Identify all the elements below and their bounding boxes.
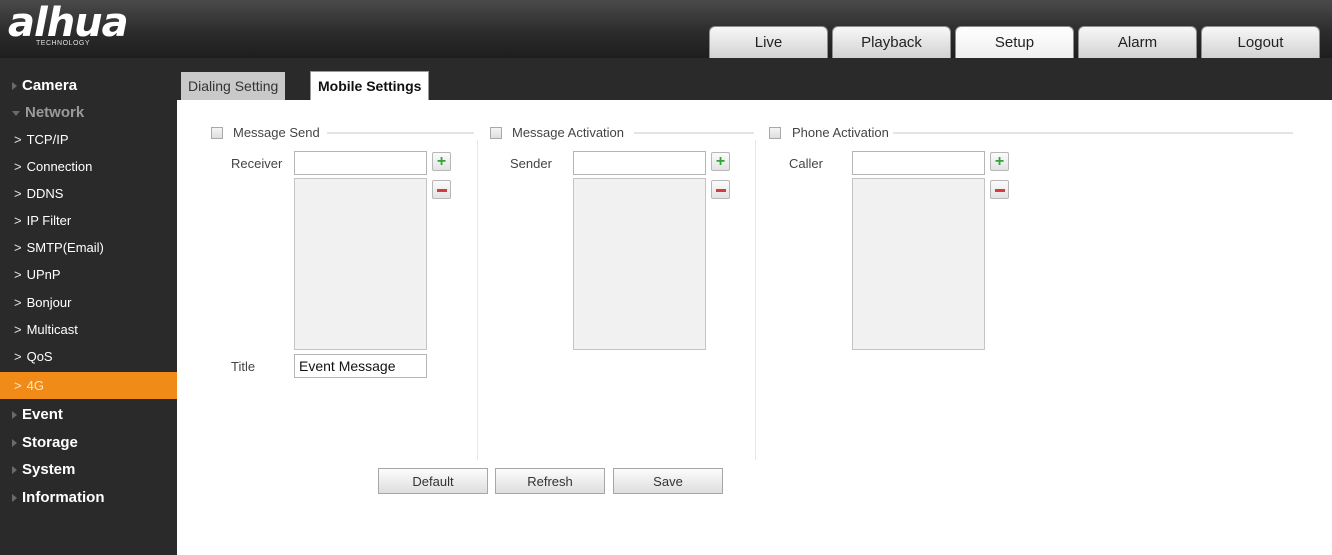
sidebar-item-label: SMTP(Email) <box>26 240 104 255</box>
chevron-right-icon: > <box>14 132 22 147</box>
nav-tab-setup[interactable]: Setup <box>955 26 1074 58</box>
mobile-settings-panel: Message Send Message Activation Phone Ac… <box>177 100 1332 555</box>
remove-sender-button[interactable] <box>711 180 730 199</box>
sidebar-item-bonjour[interactable]: > Bonjour <box>0 289 177 316</box>
section-divider <box>634 132 754 134</box>
section-divider <box>893 132 1293 134</box>
phone-activation-label: Phone Activation <box>792 125 889 140</box>
caller-label: Caller <box>789 156 823 171</box>
triangle-right-icon <box>12 466 17 475</box>
remove-receiver-button[interactable] <box>432 180 451 199</box>
triangle-right-icon <box>12 411 17 420</box>
column-divider <box>755 140 756 460</box>
sidebar-item-multicast[interactable]: > Multicast <box>0 316 177 343</box>
minus-icon <box>995 189 1005 192</box>
tab-dialing-setting[interactable]: Dialing Setting <box>181 72 286 100</box>
sidebar: Camera Network > TCP/IP > Connection > DDNS… <box>0 58 177 555</box>
phone-activation-checkbox[interactable] <box>769 127 781 139</box>
column-divider <box>477 140 478 460</box>
sidebar-group-label: Storage <box>22 434 78 451</box>
receiver-input[interactable] <box>294 151 427 175</box>
sender-list[interactable] <box>573 178 706 350</box>
message-send-checkbox[interactable] <box>211 127 223 139</box>
chevron-right-icon: > <box>14 240 22 255</box>
sidebar-group-label: Information <box>22 489 105 506</box>
chevron-right-icon: > <box>14 349 22 364</box>
section-divider <box>327 132 474 134</box>
sidebar-item-label: TCP/IP <box>26 132 69 147</box>
sidebar-group-storage[interactable]: Storage <box>0 429 177 456</box>
sidebar-group-system[interactable]: System <box>0 456 177 483</box>
sidebar-group-label: Camera <box>22 77 78 94</box>
sidebar-item-label: QoS <box>26 349 53 364</box>
sidebar-item-connection[interactable]: > Connection <box>0 153 177 180</box>
title-label: Title <box>231 359 256 374</box>
add-receiver-button[interactable]: + <box>432 152 451 171</box>
remove-caller-button[interactable] <box>990 180 1009 199</box>
nav-tab-alarm[interactable]: Alarm <box>1078 26 1197 58</box>
chevron-right-icon: > <box>14 322 22 337</box>
triangle-right-icon <box>12 82 17 91</box>
sidebar-group-label: Network <box>25 104 85 121</box>
message-activation-label: Message Activation <box>512 125 625 140</box>
sidebar-item-label: DDNS <box>26 186 64 201</box>
minus-icon <box>437 189 447 192</box>
chevron-right-icon: > <box>14 378 22 393</box>
title-input[interactable] <box>294 354 427 378</box>
sidebar-group-event[interactable]: Event <box>0 401 177 428</box>
sidebar-group-label: System <box>22 461 76 478</box>
sidebar-group-camera[interactable]: Camera <box>0 72 177 99</box>
sender-label: Sender <box>510 156 552 171</box>
sidebar-group-information[interactable]: Information <box>0 484 177 511</box>
tab-mobile-settings[interactable]: Mobile Settings <box>310 71 430 101</box>
minus-icon <box>716 189 726 192</box>
triangle-right-icon <box>12 439 17 448</box>
triangle-down-icon <box>12 110 20 116</box>
sidebar-item-4g[interactable]: >4G <box>0 372 177 399</box>
sidebar-item-ip-filter[interactable]: > IP Filter <box>0 207 177 234</box>
sidebar-item-upnp[interactable]: > UPnP <box>0 261 177 288</box>
plus-icon: + <box>994 153 1005 170</box>
chevron-right-icon: > <box>14 267 22 282</box>
add-caller-button[interactable]: + <box>990 152 1009 171</box>
subtab-bar: Dialing Setting Mobile Settings <box>177 58 1332 101</box>
save-button[interactable]: Save <box>613 468 723 494</box>
nav-tab-logout[interactable]: Logout <box>1201 26 1320 58</box>
sidebar-item-ddns[interactable]: > DDNS <box>0 180 177 207</box>
header-bar: alhua TECHNOLOGY Live Playback Setup Ala… <box>0 0 1332 58</box>
sidebar-item-label: Connection <box>26 159 93 174</box>
plus-icon: + <box>715 153 726 170</box>
sidebar-item-label: Bonjour <box>26 295 72 310</box>
sidebar-item-tcpip[interactable]: > TCP/IP <box>0 126 177 153</box>
default-button[interactable]: Default <box>378 468 488 494</box>
plus-icon: + <box>436 153 447 170</box>
add-sender-button[interactable]: + <box>711 152 730 171</box>
chevron-right-icon: > <box>14 159 22 174</box>
sender-input[interactable] <box>573 151 706 175</box>
sidebar-item-label: IP Filter <box>26 213 72 228</box>
receiver-list[interactable] <box>294 178 427 350</box>
sidebar-group-label: Event <box>22 406 63 423</box>
dahua-logo: alhua TECHNOLOGY <box>8 0 138 52</box>
chevron-right-icon: > <box>14 213 22 228</box>
nav-tab-live[interactable]: Live <box>709 26 828 58</box>
chevron-right-icon: > <box>14 186 22 201</box>
sidebar-group-network[interactable]: Network <box>0 99 177 126</box>
message-activation-checkbox[interactable] <box>490 127 502 139</box>
message-send-label: Message Send <box>233 125 320 140</box>
triangle-right-icon <box>12 494 17 503</box>
sidebar-item-label: Multicast <box>26 322 78 337</box>
nav-tab-playback[interactable]: Playback <box>832 26 951 58</box>
caller-input[interactable] <box>852 151 985 175</box>
sidebar-item-label: 4G <box>26 378 44 393</box>
chevron-right-icon: > <box>14 295 22 310</box>
receiver-label: Receiver <box>231 156 283 171</box>
sidebar-item-qos[interactable]: > QoS <box>0 343 177 370</box>
caller-list[interactable] <box>852 178 985 350</box>
sidebar-item-smtp[interactable]: > SMTP(Email) <box>0 234 177 261</box>
sidebar-item-label: UPnP <box>26 267 61 282</box>
logo-subtext: TECHNOLOGY <box>36 40 91 47</box>
refresh-button[interactable]: Refresh <box>495 468 605 494</box>
